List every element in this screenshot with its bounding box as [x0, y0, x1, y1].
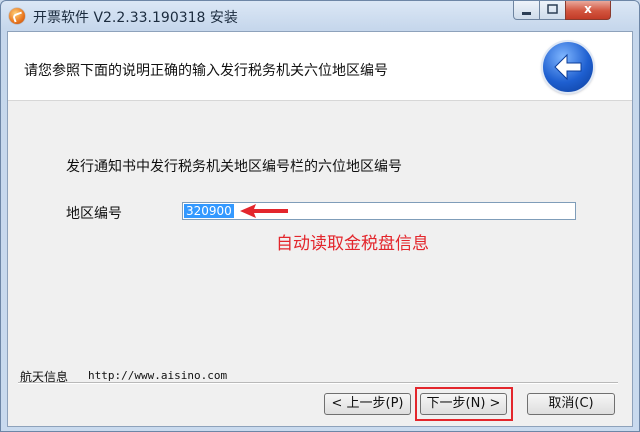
region-description: 发行通知书中发行税务机关地区编号栏的六位地区编号 [66, 159, 402, 175]
close-icon: x [584, 2, 592, 16]
cancel-button[interactable]: 取消(C) [527, 393, 615, 415]
minimize-icon [522, 12, 531, 15]
wizard-body: 请您参照下面的说明正确的输入发行税务机关六位地区编号 发行通知书中发行税务机关地… [7, 31, 633, 427]
close-button[interactable]: x [565, 1, 611, 20]
wizard-header: 请您参照下面的说明正确的输入发行税务机关六位地区编号 [8, 32, 632, 101]
maximize-button[interactable] [539, 1, 566, 20]
footer-divider [18, 382, 618, 384]
header-instruction: 请您参照下面的说明正确的输入发行税务机关六位地区编号 [24, 63, 388, 79]
title-bar[interactable]: 开票软件 V2.2.33.190318 安装 x [1, 1, 639, 31]
region-code-label: 地区编号 [66, 206, 122, 222]
minimize-button[interactable] [513, 1, 540, 20]
annotation-text: 自动读取金税盘信息 [276, 234, 429, 254]
app-logo-icon [9, 8, 25, 24]
red-arrow-icon [240, 204, 288, 218]
prev-button[interactable]: < 上一步(P) [324, 393, 411, 415]
region-code-value: 320900 [184, 204, 234, 218]
maximize-icon [547, 4, 558, 14]
back-arrow-icon [543, 42, 593, 92]
brand-url: http://www.aisino.com [88, 369, 228, 382]
installer-window: 开票软件 V2.2.33.190318 安装 x 请您参照下面的说明正确的输入发… [0, 0, 640, 432]
window-title: 开票软件 V2.2.33.190318 安装 [33, 10, 238, 26]
next-button[interactable]: 下一步(N) > [420, 393, 507, 415]
